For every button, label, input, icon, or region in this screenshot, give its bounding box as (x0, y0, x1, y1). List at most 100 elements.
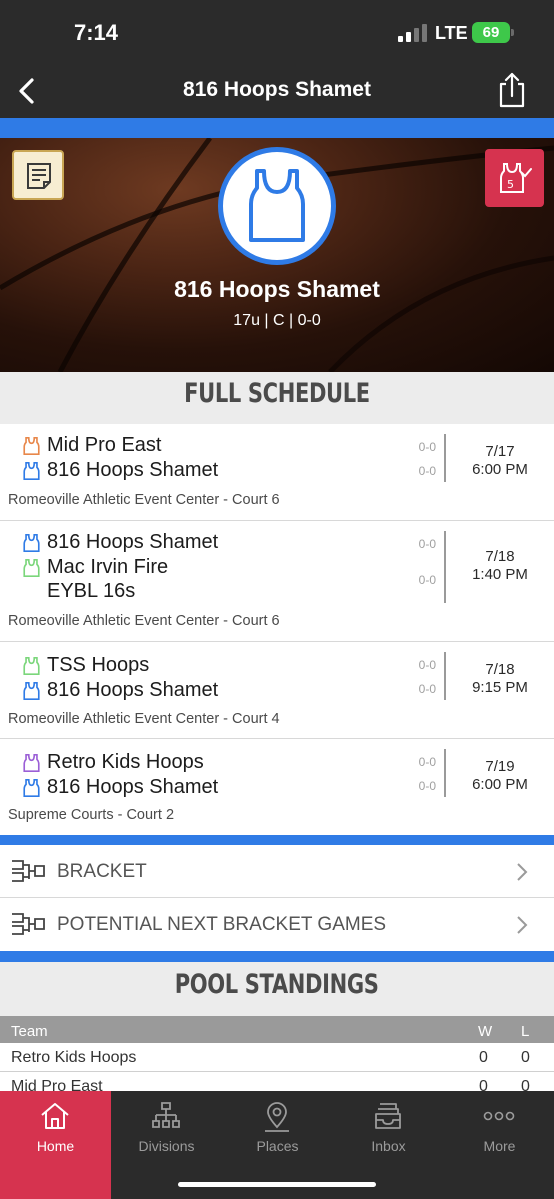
team-name: Mac Irvin Fire (47, 556, 169, 578)
team-name: EYBL 16s (47, 580, 136, 602)
accent-strip (0, 835, 554, 845)
game-team-2: Mac Irvin Fire (22, 556, 168, 579)
score: 0-0 (418, 537, 436, 551)
jersey-icon (23, 656, 40, 675)
game-team-1: TSS Hoops (22, 654, 149, 677)
team-meta: 17u | C | 0-0 (233, 312, 321, 329)
tab-label: Divisions (138, 1138, 195, 1154)
team-name: Retro Kids Hoops (47, 751, 204, 773)
vote-button[interactable]: 5 (485, 149, 544, 207)
team-hero: 5 816 Hoops Shamet 17u | C | 0-0 (0, 138, 554, 372)
back-button[interactable] (12, 74, 42, 108)
game-row[interactable]: Retro Kids Hoops 816 Hoops Shamet 0-0 0-… (0, 739, 554, 835)
game-date: 7/19 (485, 758, 515, 775)
schedule-heading: FULL SCHEDULE (0, 372, 554, 424)
accent-strip (0, 951, 554, 962)
game-team-2-cont: EYBL 16s (47, 580, 135, 603)
score: 0-0 (418, 682, 436, 696)
bracket-link[interactable]: BRACKET (0, 845, 554, 898)
jersey-icon (23, 778, 40, 797)
tab-label: Inbox (371, 1138, 406, 1154)
nav-bar: 816 Hoops Shamet (0, 64, 554, 118)
potential-games-label: POTENTIAL NEXT BRACKET GAMES (57, 914, 387, 935)
game-date: 7/18 (485, 548, 515, 565)
standings-wins: 0 (479, 1049, 488, 1066)
signal-icon (398, 24, 427, 42)
tab-label: More (483, 1138, 516, 1154)
inbox-icon (375, 1103, 401, 1129)
jersey-check-icon: 5 (500, 163, 532, 193)
game-date: 7/18 (485, 661, 515, 678)
game-team-1: Mid Pro East (22, 434, 161, 457)
game-row[interactable]: TSS Hoops 816 Hoops Shamet 0-0 0-0 7/18 … (0, 642, 554, 739)
chevron-right-icon (517, 863, 528, 881)
share-button[interactable] (496, 70, 528, 110)
bracket-icon (12, 860, 45, 882)
score: 0-0 (418, 464, 436, 478)
game-row[interactable]: 816 Hoops Shamet Mac Irvin Fire EYBL 16s… (0, 521, 554, 642)
page-title: 816 Hoops Shamet (183, 78, 371, 101)
divisions-icon (152, 1102, 180, 1128)
tab-home[interactable]: Home (0, 1091, 111, 1199)
standings-header-row: Team W L (0, 1016, 554, 1043)
battery-icon: 69 (472, 22, 510, 43)
game-time: 1:40 PM (472, 566, 528, 583)
status-time: 7:14 (74, 20, 119, 45)
schedule-heading-text: FULL SCHEDULE (184, 378, 370, 409)
team-name: Mid Pro East (47, 434, 162, 456)
chevron-right-icon (517, 916, 528, 934)
team-name: 816 Hoops Shamet (47, 531, 219, 553)
divider (444, 652, 446, 700)
score: 0-0 (418, 755, 436, 769)
team-name: TSS Hoops (47, 654, 150, 676)
standings-heading-text: POOL STANDINGS (175, 969, 379, 1000)
column-team: Team (11, 1023, 48, 1040)
team-name: 816 Hoops Shamet (174, 276, 380, 302)
standings-losses: 0 (521, 1049, 530, 1066)
standings-heading: POOL STANDINGS (0, 962, 554, 1016)
tab-label: Places (256, 1138, 299, 1154)
tab-more[interactable]: More (444, 1091, 554, 1199)
game-time: 6:00 PM (472, 461, 528, 478)
divider (444, 749, 446, 797)
game-venue: Romeoville Athletic Event Center - Court… (8, 492, 280, 508)
team-name: 816 Hoops Shamet (47, 679, 219, 701)
location-pin-icon (265, 1102, 289, 1132)
game-time: 9:15 PM (472, 679, 528, 696)
vote-count: 5 (507, 178, 514, 191)
game-row[interactable]: Mid Pro East 816 Hoops Shamet 0-0 0-0 7/… (0, 424, 554, 521)
team-name: 816 Hoops Shamet (47, 459, 219, 481)
more-icon (483, 1111, 515, 1121)
score: 0-0 (418, 573, 436, 587)
bracket-icon (12, 913, 45, 935)
jersey-icon (23, 558, 40, 577)
team-name: 816 Hoops Shamet (47, 776, 219, 798)
jersey-icon (23, 533, 40, 552)
game-date: 7/17 (485, 443, 515, 460)
bracket-label: BRACKET (57, 861, 147, 882)
score: 0-0 (418, 440, 436, 454)
divider (444, 434, 446, 482)
game-team-2: 816 Hoops Shamet (22, 679, 218, 702)
game-team-1: 816 Hoops Shamet (22, 531, 218, 554)
team-avatar (218, 147, 336, 265)
notes-icon (27, 163, 51, 189)
jersey-icon (23, 461, 40, 480)
accent-strip (0, 118, 554, 138)
schedule-list: Mid Pro East 816 Hoops Shamet 0-0 0-0 7/… (0, 424, 554, 835)
status-bar: 7:14 LTE 69 (0, 0, 554, 64)
tab-label: Home (36, 1138, 75, 1154)
standings-row[interactable]: Retro Kids Hoops 0 0 (0, 1043, 554, 1072)
notes-button[interactable] (12, 150, 64, 200)
column-wins: W (478, 1023, 493, 1040)
home-icon (41, 1103, 69, 1129)
jersey-icon (249, 169, 305, 242)
home-indicator (178, 1182, 376, 1187)
jersey-icon (23, 753, 40, 772)
chevron-left-icon (19, 78, 34, 104)
network-label: LTE (435, 23, 468, 43)
potential-games-link[interactable]: POTENTIAL NEXT BRACKET GAMES (0, 898, 554, 951)
score: 0-0 (418, 658, 436, 672)
jersey-icon (23, 681, 40, 700)
column-losses: L (521, 1023, 530, 1040)
